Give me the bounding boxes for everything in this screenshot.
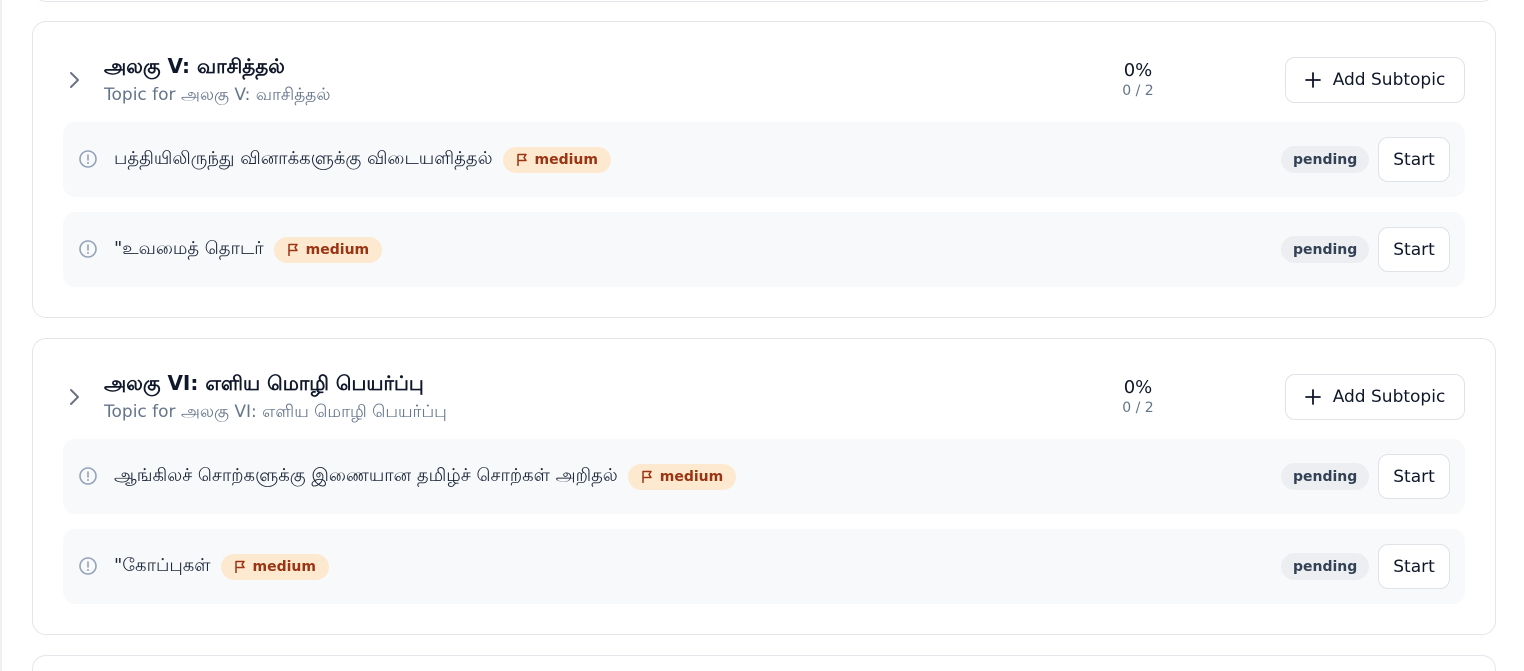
subtopic-title: ஆங்கிலச் சொற்களுக்கு இணையான தமிழ்ச் சொற்…	[114, 465, 618, 486]
flag-icon	[287, 243, 298, 256]
subtopic-title: "உவமைத் தொடர்	[114, 238, 264, 259]
add-subtopic-button[interactable]: Add Subtopic	[1285, 374, 1465, 420]
flag-icon	[642, 470, 652, 483]
chevron-right-icon[interactable]	[67, 387, 81, 407]
start-button[interactable]: Start	[1378, 137, 1450, 182]
subtopic-row: ஆங்கிலச் சொற்களுக்கு இணையான தமிழ்ச் சொற்…	[63, 439, 1465, 514]
subtopic-label-group: "கோப்புகள் medium	[114, 529, 329, 604]
alert-circle-icon	[79, 150, 97, 168]
difficulty-label: medium	[659, 468, 724, 485]
subtopic-row: "உவமைத் தொடர் medium pending Start	[63, 212, 1465, 287]
difficulty-badge: medium	[502, 146, 611, 173]
difficulty-label: medium	[305, 241, 370, 258]
difficulty-label: medium	[252, 558, 316, 575]
page: அலகு V: வாசித்தல் Topic for அலகு V: வாசி…	[0, 0, 1524, 671]
topic-subtitle: Topic for அலகு VI: எளிய மொழி பெயர்ப்பு	[104, 402, 447, 422]
topic-title: அலகு VI: எளிய மொழி பெயர்ப்பு	[104, 371, 424, 395]
add-subtopic-label: Add Subtopic	[1332, 70, 1446, 90]
subtopic-title: பத்தியிலிருந்து வினாக்களுக்கு விடையளித்த…	[114, 148, 493, 169]
topic-title: அலகு V: வாசித்தல்	[104, 54, 285, 78]
status-badge: pending	[1281, 236, 1370, 263]
difficulty-badge: medium	[220, 553, 329, 580]
topic-progress: 0% 0 / 2	[1083, 377, 1193, 417]
difficulty-badge: medium	[627, 463, 737, 490]
topic-header: அலகு VI: எளிய மொழி பெயர்ப்பு Topic for அ…	[33, 339, 1495, 439]
start-button[interactable]: Start	[1378, 227, 1450, 272]
difficulty-badge: medium	[273, 236, 383, 263]
status-badge: pending	[1281, 146, 1370, 173]
subtopic-row: பத்தியிலிருந்து வினாக்களுக்கு விடையளித்த…	[63, 122, 1465, 197]
progress-percent: 0%	[1123, 377, 1153, 398]
start-button[interactable]: Start	[1378, 454, 1450, 499]
subtopic-label-group: பத்தியிலிருந்து வினாக்களுக்கு விடையளித்த…	[114, 122, 611, 197]
subtopic-label-group: ஆங்கிலச் சொற்களுக்கு இணையான தமிழ்ச் சொற்…	[114, 439, 737, 514]
topic-progress: 0% 0 / 2	[1083, 60, 1193, 100]
topic-subtitle: Topic for அலகு V: வாசித்தல்	[104, 85, 331, 105]
add-subtopic-button[interactable]: Add Subtopic	[1285, 57, 1465, 103]
alert-circle-icon	[79, 467, 97, 485]
topic-card-previous	[32, 0, 1496, 2]
plus-icon	[1304, 389, 1321, 405]
left-border	[0, 0, 2, 671]
topic-card: அலகு V: வாசித்தல் Topic for அலகு V: வாசி…	[32, 21, 1496, 318]
add-subtopic-label: Add Subtopic	[1332, 387, 1446, 407]
plus-icon	[1304, 72, 1321, 88]
topic-header: அலகு V: வாசித்தல் Topic for அலகு V: வாசி…	[33, 22, 1495, 122]
progress-count: 0 / 2	[1122, 83, 1154, 99]
topic-card: அலகு VI: எளிய மொழி பெயர்ப்பு Topic for அ…	[32, 338, 1496, 635]
flag-icon	[234, 560, 245, 573]
status-badge: pending	[1281, 553, 1370, 580]
topic-card-next	[32, 655, 1496, 671]
chevron-right-icon[interactable]	[67, 70, 81, 90]
progress-count: 0 / 2	[1122, 400, 1154, 416]
flag-icon	[516, 153, 527, 166]
subtopic-row: "கோப்புகள் medium pending Start	[63, 529, 1465, 604]
start-button[interactable]: Start	[1378, 544, 1450, 589]
subtopic-label-group: "உவமைத் தொடர் medium	[114, 212, 383, 287]
status-badge: pending	[1281, 463, 1370, 490]
difficulty-label: medium	[534, 151, 598, 168]
subtopic-title: "கோப்புகள்	[114, 555, 211, 576]
alert-circle-icon	[79, 557, 97, 575]
alert-circle-icon	[79, 240, 97, 258]
progress-percent: 0%	[1123, 60, 1153, 81]
